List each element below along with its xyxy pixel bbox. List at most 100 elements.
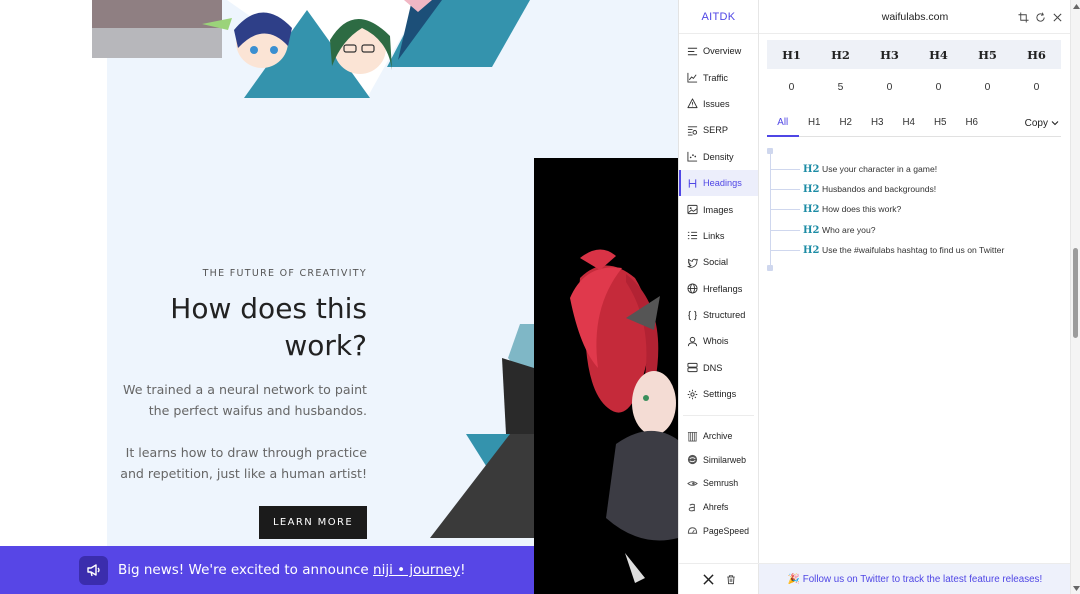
tab-all[interactable]: All xyxy=(767,110,799,137)
links-icon xyxy=(687,232,698,240)
twitter-follow-banner[interactable]: 🎉 Follow us on Twitter to track the late… xyxy=(759,563,1071,594)
nav-item-traffic[interactable]: Traffic xyxy=(679,64,758,90)
headings-tree: H2 Use your character in a game! H2 Husb… xyxy=(767,148,1061,272)
tool-item-semrush[interactable]: Semrush xyxy=(679,472,758,496)
nav-label: Traffic xyxy=(703,72,729,83)
tool-label: Ahrefs xyxy=(703,502,729,513)
gear-icon xyxy=(687,389,698,400)
heading-counts-table: H1 H2 H3 H4 H5 H6 0 5 0 0 0 0 xyxy=(767,40,1061,106)
nav-item-headings[interactable]: Headings xyxy=(679,169,758,197)
nav-item-structured[interactable]: Structured xyxy=(679,302,758,328)
scroll-down-arrow-icon[interactable] xyxy=(1072,584,1080,592)
count-label-h6: H6 xyxy=(1027,47,1046,62)
nav-divider xyxy=(683,415,754,417)
warning-icon xyxy=(687,98,698,109)
sidebar-footer xyxy=(679,563,759,594)
tab-h3[interactable]: H3 xyxy=(862,110,894,137)
heading-item[interactable]: H2 Use your character in a game! xyxy=(770,159,937,179)
count-label-h5: H5 xyxy=(978,47,997,62)
heading-text: Use the #waifulabs hashtag to find us on… xyxy=(822,245,1005,255)
archive-icon xyxy=(687,431,698,442)
nav-menu: Overview Traffic Issues SERP Density Hea… xyxy=(679,34,758,407)
nav-item-hreflangs[interactable]: Hreflangs xyxy=(679,276,758,302)
news-text: Big news! We're excited to announce niji… xyxy=(118,562,466,578)
learn-more-button[interactable]: LEARN MORE xyxy=(259,506,367,539)
follow-text: 🎉 Follow us on Twitter to track the late… xyxy=(787,573,1043,585)
count-label-h1: H1 xyxy=(782,47,801,62)
tool-label: Archive xyxy=(703,431,733,442)
megaphone-icon xyxy=(79,555,108,585)
nav-label: DNS xyxy=(703,362,723,373)
header-actions xyxy=(1018,0,1063,34)
scroll-thumb[interactable] xyxy=(1073,248,1078,338)
tool-item-pagespeed[interactable]: PageSpeed xyxy=(679,519,758,543)
heading-item[interactable]: H2 Husbandos and backgrounds! xyxy=(770,179,936,199)
tab-h4[interactable]: H4 xyxy=(893,110,925,137)
scroll-up-arrow-icon[interactable] xyxy=(1072,2,1080,10)
brand-logo[interactable]: AITDK xyxy=(679,0,758,34)
list-icon xyxy=(687,47,698,55)
section-headline: How does this work? xyxy=(110,290,367,364)
copy-dropdown[interactable]: Copy xyxy=(1025,118,1061,129)
copy-label: Copy xyxy=(1024,117,1048,129)
para1-line-1: We trained a a neural network to paint xyxy=(123,382,367,397)
nav-item-overview[interactable]: Overview xyxy=(679,38,758,64)
para2-line-2: and repetition, just like a human artist… xyxy=(120,466,367,481)
nav-item-settings[interactable]: Settings xyxy=(679,381,758,407)
tool-item-archive[interactable]: Archive xyxy=(679,424,758,448)
news-suffix: ! xyxy=(460,562,466,578)
heading-filter-tabs: All H1 H2 H3 H4 H5 H6 Copy xyxy=(767,110,1061,137)
aitdk-extension-panel: AITDK Overview Traffic Issues SERP Densi… xyxy=(678,0,1071,594)
heading-text: Who are you? xyxy=(822,225,876,235)
tool-label: PageSpeed xyxy=(703,525,749,536)
niji-journey-link[interactable]: niji • journey xyxy=(373,562,460,578)
page-scrollbar[interactable] xyxy=(1070,0,1080,594)
x-logo-icon[interactable] xyxy=(702,573,714,585)
tree-branch xyxy=(770,188,800,190)
tool-item-similarweb[interactable]: Similarweb xyxy=(679,448,758,472)
tool-label: Semrush xyxy=(703,478,739,489)
count-value-h1: 0 xyxy=(788,82,795,93)
nav-label: Links xyxy=(703,230,725,241)
nav-item-density[interactable]: Density xyxy=(679,144,758,170)
nav-item-links[interactable]: Links xyxy=(679,223,758,249)
image-icon xyxy=(687,204,698,215)
speedometer-icon xyxy=(687,527,698,534)
twitter-bird-icon xyxy=(687,258,698,268)
tab-h2[interactable]: H2 xyxy=(830,110,862,137)
nav-item-social[interactable]: Social xyxy=(679,249,758,275)
close-icon[interactable] xyxy=(1052,12,1063,23)
description-paragraph-1: We trained a a neural network to paint t… xyxy=(110,379,367,421)
nav-label: Settings xyxy=(703,389,737,400)
server-icon xyxy=(687,363,698,373)
count-value-h6: 0 xyxy=(1033,82,1040,93)
para1-line-2: the perfect waifus and husbandos. xyxy=(148,403,367,418)
refresh-icon[interactable] xyxy=(1035,12,1046,23)
tab-h5[interactable]: H5 xyxy=(925,110,957,137)
heading-item[interactable]: H2 Use the #waifulabs hashtag to find us… xyxy=(770,240,1004,260)
heading-item[interactable]: H2 Who are you? xyxy=(770,220,876,240)
tools-menu: Archive Similarweb Semrush Ahrefs PageSp… xyxy=(679,420,758,542)
nav-label: Issues xyxy=(703,98,730,109)
news-banner[interactable]: Big news! We're excited to announce niji… xyxy=(0,546,534,594)
nav-item-dns[interactable]: DNS xyxy=(679,355,758,381)
heading-text: Use your character in a game! xyxy=(822,164,938,174)
tab-h6[interactable]: H6 xyxy=(956,110,988,137)
website-page: THE FUTURE OF CREATIVITY How does this w… xyxy=(0,0,678,594)
heading-tag: H2 xyxy=(803,224,820,236)
nav-item-serp[interactable]: SERP xyxy=(679,117,758,143)
tree-branch xyxy=(770,168,800,170)
tree-branch xyxy=(770,208,800,210)
heading-counts-values: 0 5 0 0 0 0 xyxy=(767,69,1061,106)
nav-item-issues[interactable]: Issues xyxy=(679,91,758,117)
nav-item-whois[interactable]: Whois xyxy=(679,328,758,354)
tool-item-ahrefs[interactable]: Ahrefs xyxy=(679,495,758,519)
similarweb-icon xyxy=(687,455,698,465)
tab-h1[interactable]: H1 xyxy=(799,110,831,137)
nav-label: Whois xyxy=(703,336,729,347)
crop-icon[interactable] xyxy=(1018,11,1029,23)
extension-header: waifulabs.com xyxy=(759,0,1071,34)
heading-item[interactable]: H2 How does this work? xyxy=(770,199,901,219)
trash-icon[interactable] xyxy=(726,574,736,585)
nav-item-images[interactable]: Images xyxy=(679,196,758,222)
